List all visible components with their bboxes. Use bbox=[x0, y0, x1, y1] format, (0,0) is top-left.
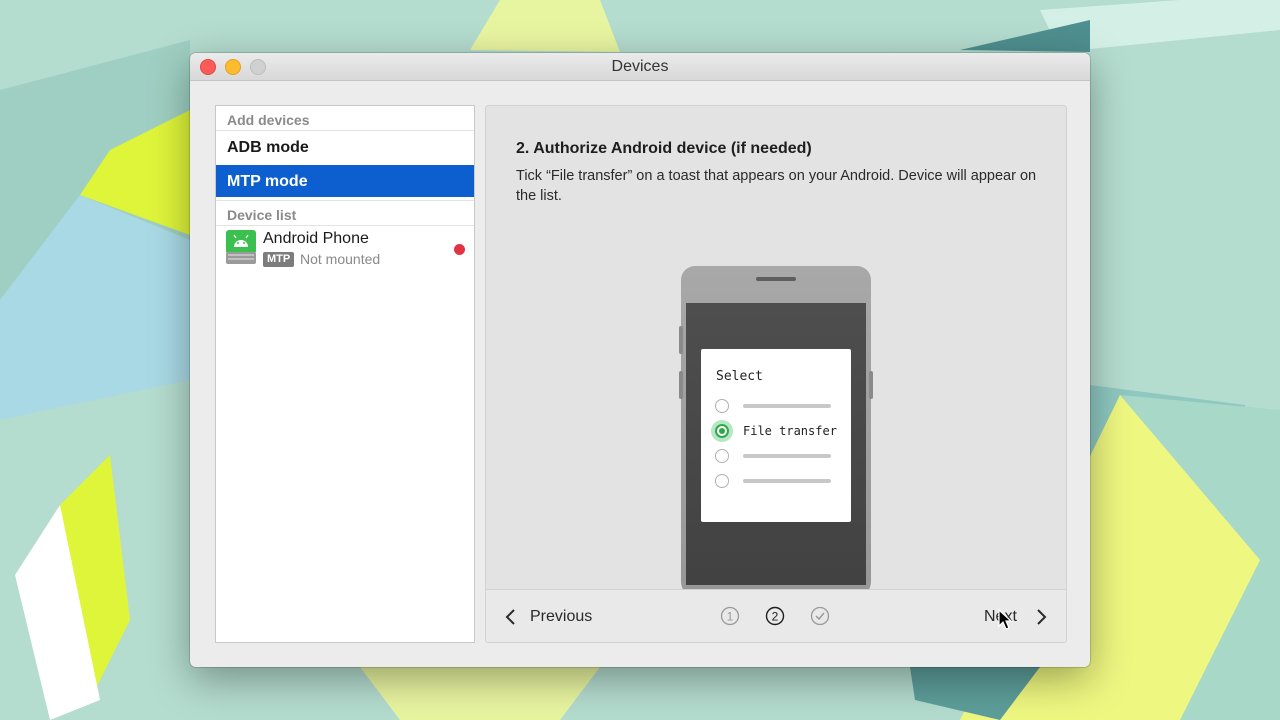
chevron-right-icon bbox=[1037, 609, 1047, 625]
dialog-option bbox=[715, 397, 845, 417]
sidebar: Add devices ADB mode MTP mode Device lis… bbox=[215, 105, 475, 643]
sidebar-item-label: ADB mode bbox=[227, 139, 309, 156]
option-placeholder-line bbox=[743, 479, 831, 483]
dialog-option bbox=[715, 447, 845, 467]
dialog-title: Select bbox=[716, 369, 763, 384]
radio-icon bbox=[715, 399, 729, 413]
chevron-left-icon bbox=[505, 609, 515, 625]
step-1-indicator: 1 bbox=[720, 606, 740, 626]
add-devices-header-label: Add devices bbox=[227, 112, 310, 128]
step-1-label: 1 bbox=[727, 610, 734, 624]
step-description: Tick “File transfer” on a toast that app… bbox=[516, 168, 1037, 204]
step-2-label: 2 bbox=[772, 610, 779, 624]
add-devices-header: Add devices bbox=[216, 106, 474, 131]
phone-side-button bbox=[679, 371, 683, 399]
devices-window: Devices Add devices ADB mode MTP mode De… bbox=[190, 53, 1090, 667]
phone-speaker bbox=[756, 277, 796, 281]
mtp-badge: MTP bbox=[263, 252, 295, 267]
sidebar-item-adb-mode[interactable]: ADB mode bbox=[216, 131, 474, 163]
step-done-check-icon bbox=[810, 606, 830, 626]
title-bar: Devices bbox=[190, 53, 1090, 81]
step-2-indicator: 2 bbox=[765, 606, 785, 626]
phone-side-button bbox=[679, 326, 683, 354]
phone-side-button bbox=[869, 371, 873, 399]
option-placeholder-line bbox=[743, 404, 831, 408]
radio-icon bbox=[715, 474, 729, 488]
device-name: Android Phone bbox=[263, 230, 369, 247]
device-list-header: Device list bbox=[216, 200, 474, 226]
device-row-android-phone[interactable]: Android Phone MTP Not mounted bbox=[216, 226, 474, 272]
next-button-label: Next bbox=[984, 608, 1017, 625]
android-drive-icon bbox=[226, 230, 256, 264]
option-label: File transfer bbox=[743, 424, 837, 438]
select-dialog: Select File transfer bbox=[701, 349, 851, 522]
option-placeholder-line bbox=[743, 454, 831, 458]
dialog-option-file-transfer: File transfer bbox=[715, 422, 845, 442]
previous-button-label: Previous bbox=[530, 608, 593, 625]
radio-icon bbox=[715, 449, 729, 463]
device-status: Not mounted bbox=[300, 251, 381, 267]
content-panel: 2. Authorize Android device (if needed) … bbox=[485, 105, 1067, 643]
step-title: 2. Authorize Android device (if needed) bbox=[516, 140, 812, 157]
sidebar-item-label: MTP mode bbox=[227, 173, 308, 190]
dialog-option bbox=[715, 472, 845, 492]
window-title: Devices bbox=[611, 58, 669, 75]
sidebar-item-mtp-mode[interactable]: MTP mode bbox=[216, 165, 474, 197]
wizard-navigation-bar: Previous 1 2 Next bbox=[486, 589, 1066, 642]
android-phone-illustration: Select File transfer bbox=[679, 266, 873, 596]
radio-selected-icon bbox=[715, 424, 729, 438]
status-indicator-dot bbox=[454, 244, 465, 255]
device-list-header-label: Device list bbox=[227, 207, 297, 223]
next-button[interactable]: Next bbox=[984, 604, 1054, 630]
